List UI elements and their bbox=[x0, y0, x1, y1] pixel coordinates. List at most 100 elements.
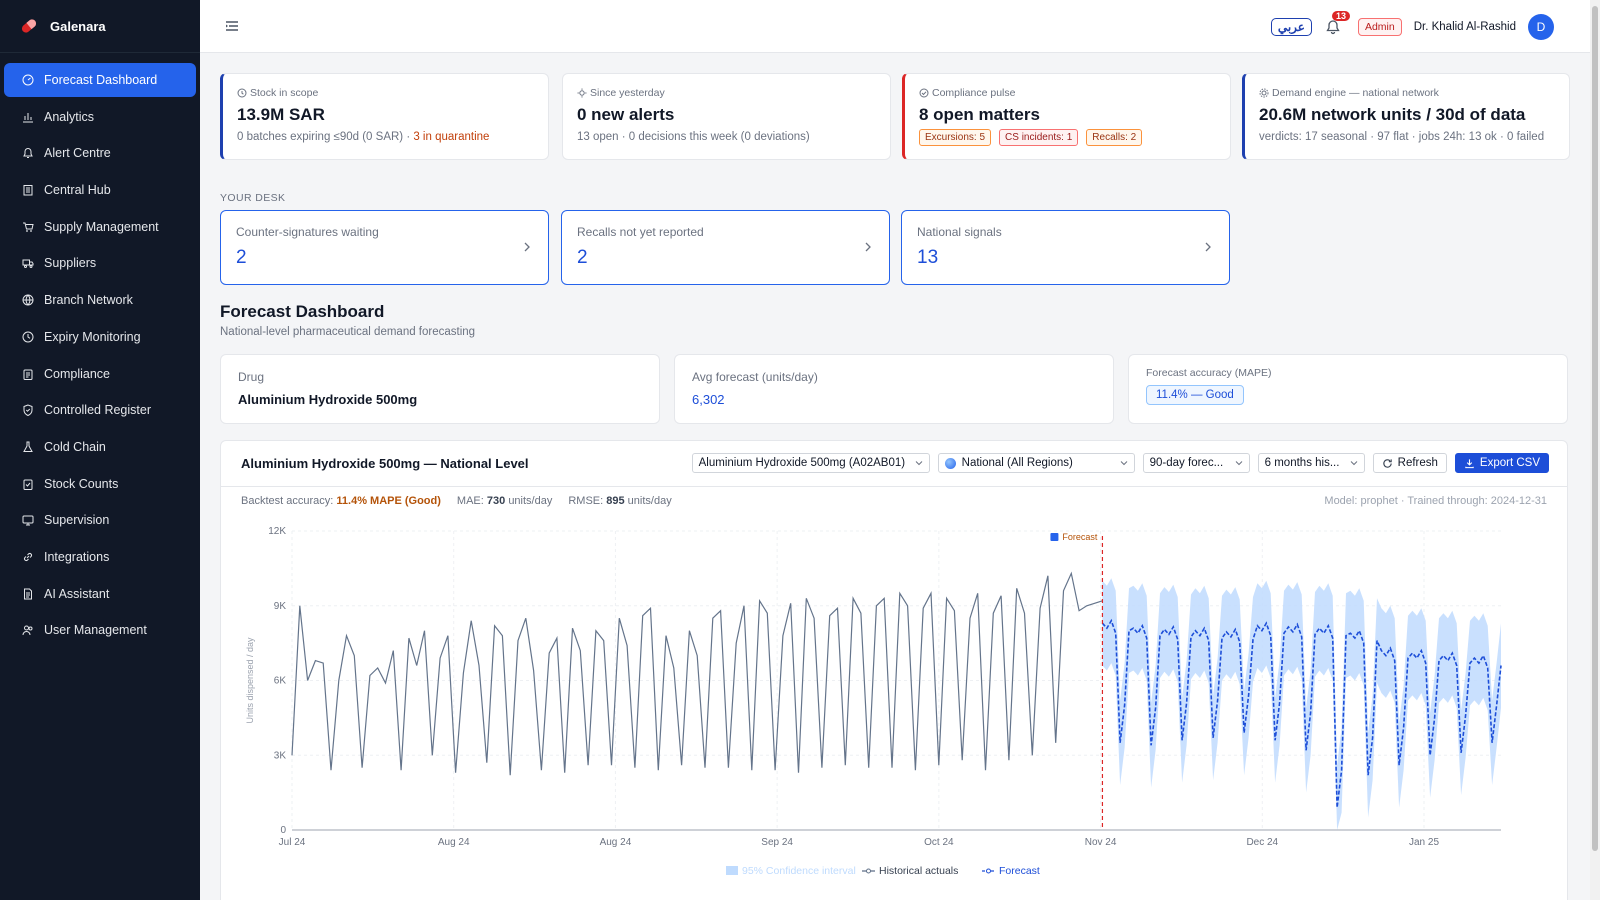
sidebar-item-controlled-register[interactable]: Controlled Register bbox=[4, 393, 196, 427]
refresh-button[interactable]: Refresh bbox=[1372, 453, 1447, 473]
sidebar-item-label: Controlled Register bbox=[44, 403, 151, 418]
sidebar-item-label: AI Assistant bbox=[44, 586, 110, 601]
gear-icon bbox=[1259, 88, 1269, 98]
language-toggle-button[interactable]: عربي bbox=[1270, 17, 1312, 36]
export-csv-button[interactable]: Export CSV bbox=[1454, 453, 1549, 473]
user-name[interactable]: Dr. Khalid Al-Rashid bbox=[1414, 21, 1516, 33]
gauge-icon bbox=[22, 74, 34, 86]
download-icon bbox=[1465, 458, 1474, 468]
legend-ci-swatch bbox=[726, 866, 738, 875]
sidebar-item-label: User Management bbox=[44, 623, 147, 638]
mae-unit: units/day bbox=[508, 495, 553, 507]
sidebar-item-label: Suppliers bbox=[44, 256, 97, 271]
quarantine-link[interactable]: 3 in quarantine bbox=[413, 131, 489, 143]
forecast-marker-label: Forecast bbox=[1062, 532, 1098, 542]
sidebar-item-suppliers[interactable]: Suppliers bbox=[4, 246, 196, 280]
sidebar-item-branch-network[interactable]: Branch Network bbox=[4, 283, 196, 317]
notification-count-badge: 13 bbox=[1331, 10, 1350, 21]
truck-icon bbox=[22, 257, 34, 269]
forecast-chart: 0 3K 6K 9K 12K Jul 24 Aug 24 Aug 24 Sep 24 Oct 24… bbox=[245, 526, 1502, 877]
sidebar-item-central-hub[interactable]: Central Hub bbox=[4, 173, 196, 207]
y-axis-label: Units dispensed / day bbox=[245, 637, 255, 724]
sidebar-item-compliance[interactable]: Compliance bbox=[4, 357, 196, 391]
mape-badge: 11.4% — Good bbox=[1146, 385, 1244, 405]
document-icon bbox=[22, 588, 34, 600]
info-label: Drug bbox=[238, 370, 265, 384]
drug-select[interactable]: Aluminium Hydroxide 500mg (A02AB01) bbox=[691, 453, 930, 473]
pill-logo-icon bbox=[21, 19, 37, 33]
mae-value: 730 bbox=[486, 495, 506, 507]
legend-ci-label: 95% Confidence interval bbox=[742, 865, 856, 877]
scrollbar-thumb[interactable] bbox=[1592, 6, 1598, 851]
legend-forecast-label: Forecast bbox=[999, 865, 1040, 877]
shield-icon bbox=[22, 404, 34, 417]
sidebar-item-integrations[interactable]: Integrations bbox=[4, 540, 196, 574]
legend-actuals-label: Historical actuals bbox=[879, 865, 958, 877]
cart-icon bbox=[22, 221, 34, 233]
desk-card-value: 2 bbox=[577, 247, 588, 268]
info-card-accuracy: Forecast accuracy (MAPE) 11.4% — Good bbox=[1128, 354, 1568, 424]
legend-actuals-dot bbox=[866, 868, 871, 874]
sidebar-item-label: Forecast Dashboard bbox=[44, 73, 158, 87]
kpi-label: Demand engine — national network bbox=[1272, 87, 1439, 99]
sidebar-item-forecast-dashboard[interactable]: Forecast Dashboard bbox=[4, 63, 196, 97]
sun-icon bbox=[577, 88, 587, 98]
sidebar-item-stock-counts[interactable]: Stock Counts bbox=[4, 467, 196, 501]
chip-cs-incidents[interactable]: CS incidents: 1 bbox=[999, 129, 1079, 146]
sidebar-item-supply-management[interactable]: Supply Management bbox=[4, 210, 196, 244]
desk-card-national-signals[interactable]: National signals 13 bbox=[901, 210, 1230, 285]
sidebar-item-user-management[interactable]: User Management bbox=[4, 613, 196, 647]
sidebar-item-cold-chain[interactable]: Cold Chain bbox=[4, 430, 196, 464]
notifications-button[interactable]: 13 bbox=[1324, 10, 1350, 36]
legend-forecast-dot bbox=[986, 868, 991, 874]
x-tick-label: Jan 25 bbox=[1409, 837, 1439, 848]
x-tick-label: Jul 24 bbox=[279, 837, 306, 848]
desk-card-value: 2 bbox=[236, 247, 247, 268]
menu-toggle-icon[interactable] bbox=[224, 18, 240, 34]
kpi-value: 13.9M SAR bbox=[237, 105, 325, 124]
kpi-value: 0 new alerts bbox=[577, 105, 675, 124]
globe-icon bbox=[944, 457, 956, 469]
desk-card-recalls[interactable]: Recalls not yet reported 2 bbox=[561, 210, 890, 285]
your-desk-label: YOUR DESK bbox=[220, 192, 286, 204]
chevron-down-icon bbox=[1120, 461, 1127, 466]
model-info: Model: prophet · Trained through: 2024-1… bbox=[1324, 495, 1547, 507]
bell-icon bbox=[22, 147, 34, 159]
kpi-stock-in-scope: Stock in scope 13.9M SAR 0 batches expir… bbox=[220, 73, 549, 160]
globe-icon bbox=[22, 294, 34, 306]
desk-card-value: 13 bbox=[917, 247, 939, 268]
x-tick-label: Aug 24 bbox=[438, 837, 470, 848]
chip-excursions[interactable]: Excursions: 5 bbox=[919, 129, 992, 146]
region-select[interactable]: National (All Regions) bbox=[937, 453, 1135, 473]
sidebar-item-supervision[interactable]: Supervision bbox=[4, 503, 196, 537]
page-scrollbar[interactable] bbox=[1590, 0, 1600, 900]
page-subtitle: National-level pharmaceutical demand for… bbox=[220, 326, 476, 338]
users-icon bbox=[22, 624, 34, 636]
brand[interactable]: Galenara bbox=[0, 0, 200, 53]
chip-recalls[interactable]: Recalls: 2 bbox=[1086, 129, 1143, 146]
horizon-select[interactable]: 90-day forec... bbox=[1142, 453, 1250, 473]
historical-actuals-line bbox=[291, 571, 1103, 776]
x-tick-label: Sep 24 bbox=[761, 837, 793, 848]
sidebar-item-analytics[interactable]: Analytics bbox=[4, 100, 196, 134]
sidebar-item-expiry-monitoring[interactable]: Expiry Monitoring bbox=[4, 320, 196, 354]
kpi-demand-engine: Demand engine — national network 20.6M n… bbox=[1242, 73, 1570, 160]
y-tick-label: 9K bbox=[274, 601, 287, 612]
backtest-metrics: Backtest accuracy: 11.4% MAPE (Good) MAE… bbox=[241, 495, 672, 507]
history-select[interactable]: 6 months his... bbox=[1257, 453, 1365, 473]
sidebar-item-alert-centre[interactable]: Alert Centre bbox=[4, 136, 196, 170]
chevron-down-icon bbox=[1235, 461, 1242, 466]
info-value: 6,302 bbox=[692, 392, 725, 407]
sidebar-item-ai-assistant[interactable]: AI Assistant bbox=[4, 577, 196, 611]
desk-card-counter-signatures[interactable]: Counter-signatures waiting 2 bbox=[220, 210, 549, 285]
monitor-icon bbox=[22, 514, 34, 526]
sidebar-item-label: Supply Management bbox=[44, 219, 159, 234]
kpi-sub: 13 open · 0 decisions this week (0 devia… bbox=[577, 131, 810, 143]
kpi-compliance-pulse: Compliance pulse 8 open matters Excursio… bbox=[902, 73, 1231, 160]
flask-icon bbox=[22, 441, 34, 453]
link-icon bbox=[22, 551, 34, 563]
kpi-label: Stock in scope bbox=[250, 87, 319, 99]
y-tick-label: 3K bbox=[274, 750, 287, 761]
avatar[interactable]: D bbox=[1528, 13, 1554, 40]
export-label: Export CSV bbox=[1479, 457, 1540, 469]
